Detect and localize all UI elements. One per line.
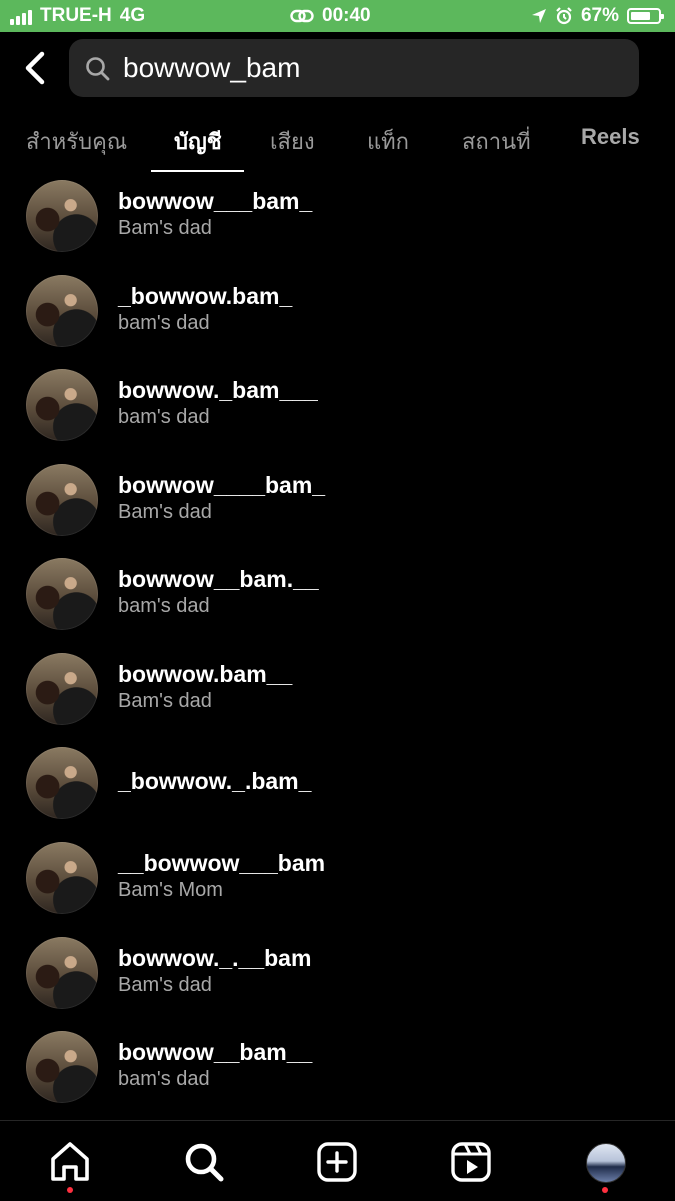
- account-display-name: bam's dad: [118, 406, 210, 428]
- account-display-name: Bam's dad: [118, 690, 212, 712]
- tab-audio[interactable]: เสียง: [270, 124, 315, 159]
- home-icon: [51, 1142, 89, 1181]
- account-username: bowwow._.__bam: [118, 945, 312, 971]
- account-username: bowwow__bam__: [118, 1039, 313, 1065]
- avatar: [26, 747, 98, 819]
- back-button[interactable]: [20, 50, 52, 86]
- active-tab-indicator: [151, 170, 244, 172]
- avatar: [26, 180, 98, 252]
- account-display-name: bam's dad: [118, 595, 210, 617]
- search-tabs: สำหรับคุณ บัญชี เสียง แท็ก สถานที่ Reels: [0, 116, 675, 172]
- alarm-icon: [556, 7, 572, 25]
- search-nav-button[interactable]: [181, 1139, 227, 1185]
- account-username: bowwow.bam__: [118, 661, 293, 687]
- carrier-label: TRUE-H: [40, 5, 112, 26]
- account-result-row[interactable]: bowwow__bam.__ bam's dad: [0, 554, 675, 646]
- account-result-row[interactable]: _bowwow.bam_ bam's dad: [0, 271, 675, 363]
- avatar: [26, 937, 98, 1009]
- account-username: bowwow___bam_: [118, 188, 313, 214]
- account-username: bowwow__bam.__: [118, 566, 319, 592]
- signal-icon: [10, 7, 32, 25]
- account-username: _bowwow._.bam_: [118, 768, 312, 794]
- battery-percent: 67%: [580, 5, 619, 26]
- search-input[interactable]: [123, 47, 613, 89]
- avatar: [26, 1031, 98, 1103]
- account-display-name: bam's dad: [118, 312, 210, 334]
- search-bar[interactable]: [69, 39, 639, 97]
- profile-button[interactable]: [582, 1139, 628, 1185]
- home-notification-dot: [67, 1187, 73, 1193]
- account-result-row[interactable]: _bowwow._.bam_: [0, 743, 675, 835]
- account-display-name: Bam's dad: [118, 501, 212, 523]
- avatar: [26, 653, 98, 725]
- account-username: _bowwow.bam_: [118, 283, 293, 309]
- account-result-row[interactable]: __bowwow___bam Bam's Mom: [0, 838, 675, 930]
- tab-for-you[interactable]: สำหรับคุณ: [26, 124, 127, 159]
- avatar: [26, 369, 98, 441]
- account-result-row[interactable]: bowwow___bam_ Bam's dad: [0, 176, 675, 268]
- tab-tags[interactable]: แท็ก: [367, 124, 409, 159]
- account-result-row[interactable]: bowwow____bam_ Bam's dad: [0, 460, 675, 552]
- account-result-row[interactable]: bowwow.bam__ Bam's dad: [0, 649, 675, 741]
- avatar: [26, 464, 98, 536]
- tab-places[interactable]: สถานที่: [462, 124, 531, 159]
- profile-avatar: [586, 1143, 626, 1183]
- search-icon: [86, 57, 110, 81]
- account-result-row[interactable]: bowwow._.__bam Bam's dad: [0, 933, 675, 1025]
- battery-icon: [627, 8, 664, 24]
- search-icon: [185, 1143, 224, 1182]
- avatar: [26, 842, 98, 914]
- create-button[interactable]: [314, 1139, 360, 1185]
- avatar: [26, 558, 98, 630]
- account-display-name: bam's dad: [118, 1068, 210, 1090]
- tab-accounts[interactable]: บัญชี: [174, 124, 222, 159]
- account-result-row[interactable]: bowwow._bam___ bam's dad: [0, 365, 675, 457]
- account-display-name: Bam's Mom: [118, 879, 223, 901]
- link-icon: [290, 9, 314, 23]
- home-button[interactable]: [47, 1139, 93, 1185]
- account-display-name: Bam's dad: [118, 217, 212, 239]
- location-icon: [531, 9, 546, 23]
- avatar: [26, 275, 98, 347]
- tab-reels[interactable]: Reels: [581, 124, 640, 150]
- account-result-row[interactable]: bowwow__bam__ bam's dad: [0, 1027, 675, 1119]
- create-icon: [317, 1142, 357, 1182]
- network-label: 4G: [119, 5, 146, 26]
- reels-button[interactable]: [448, 1139, 494, 1185]
- account-username: __bowwow___bam: [118, 850, 326, 876]
- bottom-nav: [0, 1120, 675, 1201]
- status-time: 00:40: [322, 5, 371, 26]
- status-bar: TRUE-H 4G 00:40 67%: [0, 0, 675, 32]
- account-username: bowwow____bam_: [118, 472, 326, 498]
- chevron-left-icon: [25, 51, 45, 85]
- reels-icon: [451, 1142, 491, 1182]
- account-display-name: Bam's dad: [118, 974, 212, 996]
- account-username: bowwow._bam___: [118, 377, 318, 403]
- profile-notification-dot: [602, 1187, 608, 1193]
